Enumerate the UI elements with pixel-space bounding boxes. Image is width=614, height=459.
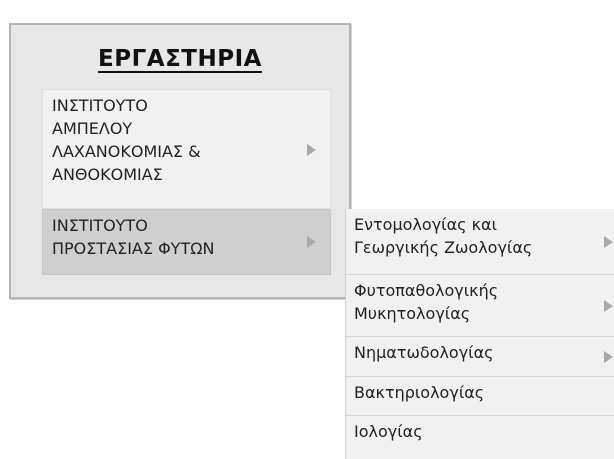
triangle-right-icon	[604, 300, 613, 312]
triangle-right-icon	[307, 236, 316, 248]
submenu-item-label: Νηματωδολογίας	[354, 343, 494, 362]
submenu-item-virology[interactable]: Ιολογίας	[346, 416, 614, 459]
submenu-item-bacteriology[interactable]: Βακτηριολογίας	[346, 377, 614, 416]
menu-item-label: ΙΝΣΤΙΤΟΥΤΟ ΑΜΠΕΛΟΥ ΛΑΧΑΝΟΚΟΜΙΑΣ & ΑΝΘΟΚΟ…	[52, 96, 201, 184]
submenu-item-phytopathology-mycology[interactable]: Φυτοπαθολογικής Μυκητολογίας	[346, 275, 614, 337]
submenu-item-label: Ιολογίας	[354, 422, 423, 441]
menu-item-plant-protection-institute[interactable]: ΙΝΣΤΙΤΟΥΤΟ ΠΡΟΣΤΑΣΙΑΣ ΦΥΤΩΝ	[42, 209, 331, 275]
submenu-item-label: Φυτοπαθολογικής Μυκητολογίας	[354, 281, 499, 323]
submenu-item-nematology[interactable]: Νηματωδολογίας	[346, 337, 614, 377]
submenu-item-label: Εντομολογίας και Γεωργικής Ζωολογίας	[354, 215, 533, 257]
plant-protection-submenu: Εντομολογίας και Γεωργικής Ζωολογίας Φυτ…	[345, 209, 614, 459]
triangle-right-icon	[604, 236, 613, 248]
menu-item-label: ΙΝΣΤΙΤΟΥΤΟ ΠΡΟΣΤΑΣΙΑΣ ΦΥΤΩΝ	[52, 216, 215, 258]
page: ΕΡΓΑΣΤΗΡΙΑ ΙΝΣΤΙΤΟΥΤΟ ΑΜΠΕΛΟΥ ΛΑΧΑΝΟΚΟΜΙ…	[0, 0, 614, 459]
submenu-item-entomology[interactable]: Εντομολογίας και Γεωργικής Ζωολογίας	[346, 209, 614, 275]
menu-item-vine-horticulture-institute[interactable]: ΙΝΣΤΙΤΟΥΤΟ ΑΜΠΕΛΟΥ ΛΑΧΑΝΟΚΟΜΙΑΣ & ΑΝΘΟΚΟ…	[42, 89, 331, 209]
triangle-right-icon	[307, 144, 316, 156]
triangle-right-icon	[604, 351, 613, 363]
panel-title: ΕΡΓΑΣΤΗΡΙΑ	[98, 46, 262, 72]
submenu-item-label: Βακτηριολογίας	[354, 383, 485, 402]
